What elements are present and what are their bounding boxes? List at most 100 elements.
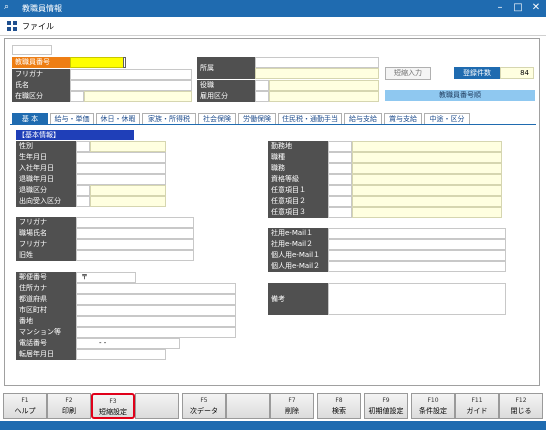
- birthdate-input[interactable]: [76, 152, 166, 163]
- f11-key: F11: [471, 397, 483, 404]
- custom2-label: 任意項目２: [268, 196, 328, 207]
- furigana2-label: フリガナ: [16, 217, 76, 228]
- grade-code[interactable]: [328, 174, 352, 185]
- building-label: マンション等: [16, 327, 76, 338]
- retire-type-value: [90, 185, 166, 196]
- alias-name-input[interactable]: [76, 228, 194, 239]
- staff-no-input[interactable]: [70, 57, 124, 68]
- secondment-label: 出向受入区分: [16, 196, 76, 207]
- f3-shortcut-settings-button[interactable]: F3 短縮設定: [91, 393, 135, 419]
- f10-key: F10: [427, 397, 439, 404]
- status-value: [84, 91, 192, 102]
- f5-next-data-button[interactable]: F5 次データ: [182, 393, 226, 419]
- retire-date-input[interactable]: [76, 174, 166, 185]
- tab-salary-payment[interactable]: 給与支給: [344, 113, 382, 124]
- shortcut-input-button[interactable]: 短縮入力: [385, 67, 431, 80]
- f2-print-button[interactable]: F2 印刷: [47, 393, 91, 419]
- f9-initial-settings-button[interactable]: F9 初期値設定: [364, 393, 408, 419]
- staff-no-label: 教職員番号: [12, 57, 70, 68]
- f2-key: F2: [65, 397, 73, 404]
- phone-input[interactable]: - -: [76, 338, 180, 349]
- f6-empty-button[interactable]: [226, 393, 270, 419]
- staff-no-lookup[interactable]: [123, 57, 126, 68]
- postal-input[interactable]: 〒: [76, 272, 136, 283]
- status-code[interactable]: [70, 91, 84, 102]
- job-title-code[interactable]: [328, 163, 352, 174]
- custom2-code[interactable]: [328, 196, 352, 207]
- workplace-code[interactable]: [328, 141, 352, 152]
- email-personal2-input[interactable]: [328, 261, 506, 272]
- remarks-input[interactable]: [328, 283, 506, 315]
- app-search-icon: ⌕: [4, 2, 10, 12]
- grid-menu-icon[interactable]: [6, 20, 18, 32]
- custom1-label: 任意項目１: [268, 185, 328, 196]
- remarks-label: 備考: [268, 283, 328, 315]
- f7-key: F7: [288, 397, 296, 404]
- workplace-label: 勤務地: [268, 141, 328, 152]
- f12-key: F12: [515, 397, 527, 404]
- addr-kana-label: 住所カナ: [16, 283, 76, 294]
- furigana3-input[interactable]: [76, 239, 194, 250]
- f8-key: F8: [335, 397, 343, 404]
- f10-condition-settings-button[interactable]: F10 条件設定: [411, 393, 455, 419]
- custom1-value: [352, 185, 502, 196]
- employment-code[interactable]: [255, 91, 269, 102]
- position-code[interactable]: [255, 80, 269, 91]
- custom3-value: [352, 207, 502, 218]
- move-date-input[interactable]: [76, 349, 166, 360]
- city-input[interactable]: [76, 305, 236, 316]
- hire-date-label: 入社年月日: [16, 163, 76, 174]
- tab-family-tax[interactable]: 家族・所得税: [142, 113, 196, 124]
- furigana2-input[interactable]: [76, 217, 194, 228]
- employment-value: [269, 91, 379, 102]
- email-work1-input[interactable]: [328, 228, 506, 239]
- maximize-icon[interactable]: □: [510, 1, 526, 15]
- old-name-label: 旧姓: [16, 250, 76, 261]
- prefecture-input[interactable]: [76, 294, 236, 305]
- phone-label: 電話番号: [16, 338, 76, 349]
- workplace-value: [352, 141, 502, 152]
- furigana3-label: フリガナ: [16, 239, 76, 250]
- tab-holidays[interactable]: 休日・休暇: [96, 113, 140, 124]
- affiliation-code[interactable]: [255, 57, 379, 68]
- f4-empty-button[interactable]: [135, 393, 179, 419]
- hire-date-input[interactable]: [76, 163, 166, 174]
- tab-salary-rate[interactable]: 給与・単価: [50, 113, 94, 124]
- tab-labor-insurance[interactable]: 労働保険: [238, 113, 276, 124]
- f11-guide-button[interactable]: F11 ガイド: [455, 393, 499, 419]
- minimize-icon[interactable]: –: [492, 1, 508, 15]
- registered-count-value: 84: [500, 67, 534, 79]
- email-personal1-input[interactable]: [328, 250, 506, 261]
- tab-bonus-payment[interactable]: 賞与支給: [384, 113, 422, 124]
- secondment-code[interactable]: [76, 196, 90, 207]
- email-personal2-label: 個人用e-Mail２: [268, 261, 328, 272]
- grade-value: [352, 174, 502, 185]
- job-type-code[interactable]: [328, 152, 352, 163]
- tab-basic[interactable]: 基 本: [12, 113, 48, 124]
- building-input[interactable]: [76, 327, 236, 338]
- addr-kana-input[interactable]: [76, 283, 236, 294]
- f12-close-button[interactable]: F12 閉じる: [499, 393, 543, 419]
- tab-strip-line: [10, 124, 536, 125]
- tab-midterm[interactable]: 中途・区分: [424, 113, 470, 124]
- gender-code[interactable]: [76, 141, 90, 152]
- custom1-code[interactable]: [328, 185, 352, 196]
- status-label: 在職区分: [12, 91, 70, 102]
- tab-resident-tax[interactable]: 住民税・通勤手当: [278, 113, 342, 124]
- f1-help-button[interactable]: F1 ヘルプ: [3, 393, 47, 419]
- close-icon[interactable]: ✕: [528, 1, 544, 15]
- f7-delete-button[interactable]: F7 削除: [270, 393, 314, 419]
- secondment-value: [90, 196, 166, 207]
- retire-type-code[interactable]: [76, 185, 90, 196]
- custom3-code[interactable]: [328, 207, 352, 218]
- f8-search-button[interactable]: F8 検索: [317, 393, 361, 419]
- tab-social-insurance[interactable]: 社会保険: [198, 113, 236, 124]
- job-type-value: [352, 152, 502, 163]
- street-input[interactable]: [76, 316, 236, 327]
- file-menu[interactable]: ファイル: [22, 21, 54, 32]
- name-input[interactable]: [70, 80, 192, 91]
- email-work2-input[interactable]: [328, 239, 506, 250]
- old-name-input[interactable]: [76, 250, 194, 261]
- furigana-input[interactable]: [70, 69, 192, 80]
- affiliation-label: 所属: [197, 57, 255, 79]
